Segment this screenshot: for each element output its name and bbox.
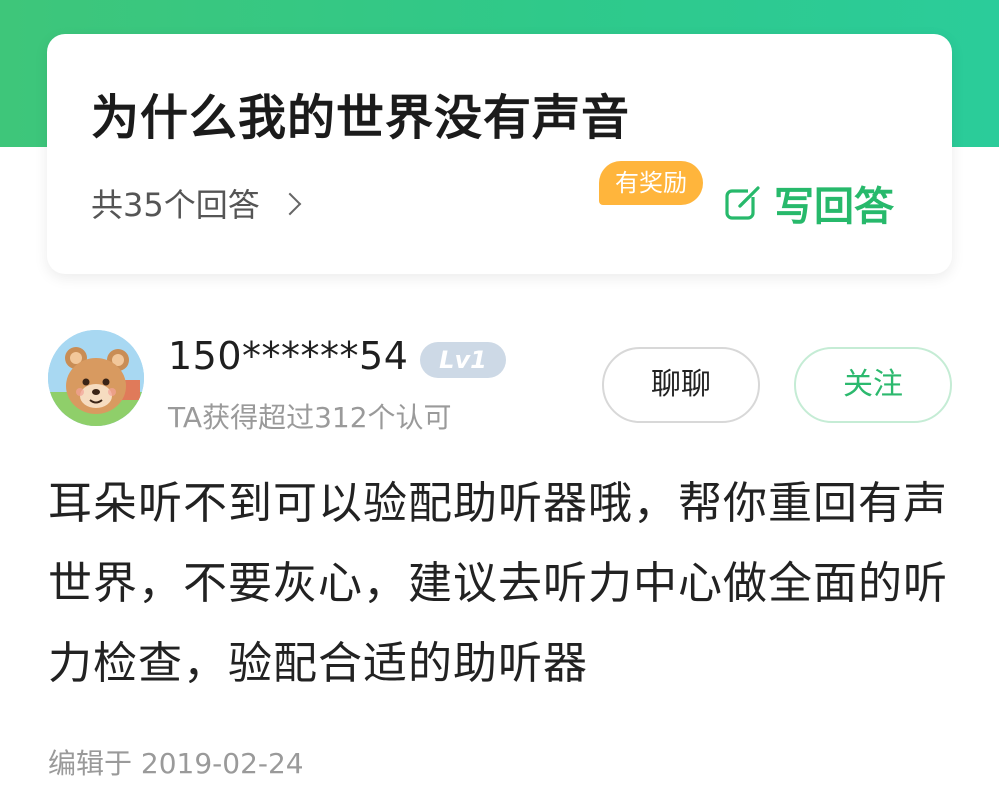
edit-timestamp: 编辑于 2019-02-24 [48,747,304,780]
answer-content: 耳朵听不到可以验配助听器哦，帮你重回有声世界，不要灰心，建议去听力中心做全面的听… [48,478,948,689]
chevron-right-icon [278,192,302,216]
question-title: 为什么我的世界没有声音 [91,90,631,146]
user-approval-count: TA获得超过312个认可 [168,401,452,434]
edit-icon [725,186,762,220]
write-answer-button[interactable]: 写回答 [724,174,894,232]
bear-avatar-icon [48,330,144,426]
level-badge: Lv1 [420,342,506,378]
reward-badge: 有奖励 [599,161,703,205]
follow-button[interactable]: 关注 [794,347,952,423]
question-card[interactable]: 为什么我的世界没有声音 共35个回答 有奖励 写回答 [47,34,952,274]
user-name[interactable]: 150******54 [168,334,408,378]
answers-count-label: 共35个回答 [91,186,260,224]
chat-button[interactable]: 聊聊 [602,347,760,423]
avatar[interactable] [48,330,144,426]
answers-count-link[interactable]: 共35个回答 [91,180,302,226]
write-answer-label: 写回答 [774,184,894,230]
